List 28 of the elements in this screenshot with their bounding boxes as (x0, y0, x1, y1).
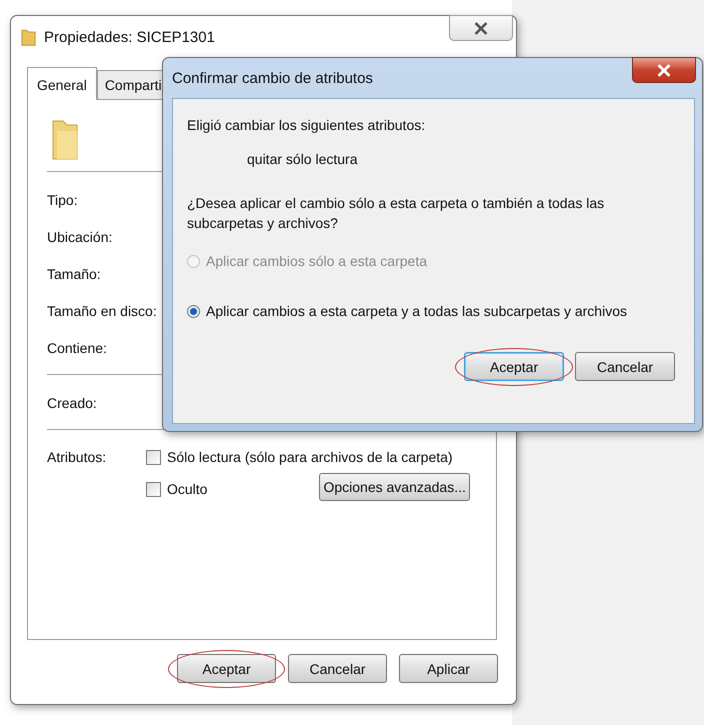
radio-option: Aplicar cambios sólo a esta carpeta (187, 251, 680, 271)
close-icon (656, 64, 672, 76)
close-button[interactable] (632, 57, 696, 83)
advanced-options-button[interactable]: Opciones avanzadas... (319, 473, 470, 501)
field-label: Tamaño: (47, 266, 101, 282)
dialog-button[interactable]: Aceptar (464, 352, 564, 381)
dialog-button[interactable]: Cancelar (575, 352, 675, 381)
attribute-change-text: quitar sólo lectura (247, 151, 359, 167)
close-icon (473, 22, 489, 34)
checkbox[interactable]: Oculto (146, 481, 208, 497)
dialog-button[interactable]: Aplicar (399, 654, 498, 683)
window-title: Propiedades: SICEP1301 (44, 28, 215, 46)
field-label: Atributos: (47, 449, 108, 467)
field-label: Creado: (47, 394, 97, 410)
tab[interactable]: General (27, 67, 97, 100)
field-label: Contiene: (47, 340, 107, 356)
radio-option[interactable]: Aplicar cambios a esta carpeta y a todas las subcarpetas y archivos (187, 301, 680, 321)
dialog-question: ¿Desea aplicar el cambio sólo a esta carpeta o también a todas las subcarpetas y archivos? (187, 194, 606, 233)
field-label: Ubicación: (47, 228, 112, 244)
close-button[interactable] (449, 15, 513, 41)
dialog-title: Confirmar cambio de atributos (172, 70, 373, 86)
field-label: Tipo: (47, 192, 78, 208)
dialog-button[interactable]: Aceptar (177, 654, 276, 683)
field-label: Tamaño en disco: (47, 302, 157, 318)
dialog-button[interactable]: Cancelar (288, 654, 387, 683)
dialog-text: Eligió cambiar los siguientes atributos: (187, 117, 426, 133)
checkbox[interactable]: Sólo lectura (sólo para archivos de la carpeta) (146, 449, 453, 465)
folder-icon (21, 27, 36, 47)
